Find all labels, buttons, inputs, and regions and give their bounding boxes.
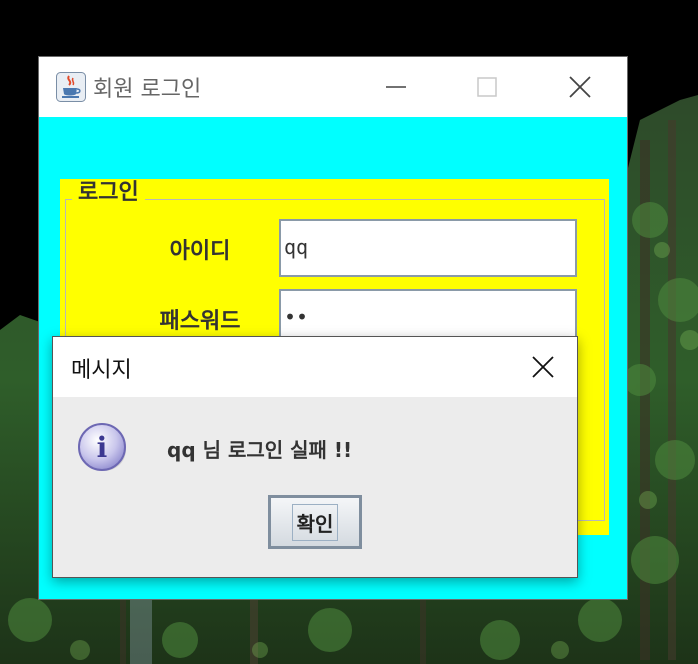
window-title: 회원 로그인 [93, 77, 202, 102]
maximize-button[interactable] [455, 57, 519, 117]
minimize-icon [386, 86, 406, 88]
ok-button[interactable]: 확인 [268, 495, 362, 549]
login-legend: 로그인 [72, 179, 145, 207]
desktop: 회원 로그인 로그인 아이디 qq 패스워드 •• 메시지 i qq 님 로그인… [0, 0, 698, 664]
ok-button-label: 확인 [291, 503, 339, 541]
dialog-message: qq 님 로그인 실패 !! [167, 438, 353, 462]
message-dialog: 메시지 i qq 님 로그인 실패 !! 확인 [52, 336, 578, 578]
close-icon [569, 76, 591, 98]
password-label: 패스워드 [159, 309, 241, 334]
close-button[interactable] [548, 57, 612, 117]
svg-text:i: i [97, 431, 108, 464]
information-icon: i [78, 423, 126, 471]
dialog-title: 메시지 [71, 358, 132, 383]
id-input[interactable]: qq [279, 219, 577, 277]
window-titlebar[interactable]: 회원 로그인 [39, 57, 627, 117]
close-icon [532, 356, 554, 378]
dialog-close-button[interactable] [523, 349, 563, 385]
minimize-button[interactable] [364, 57, 428, 117]
id-label: 아이디 [169, 239, 231, 264]
java-coffee-cup-icon [56, 72, 86, 102]
dialog-titlebar[interactable]: 메시지 [53, 337, 577, 397]
maximize-icon [477, 77, 497, 97]
